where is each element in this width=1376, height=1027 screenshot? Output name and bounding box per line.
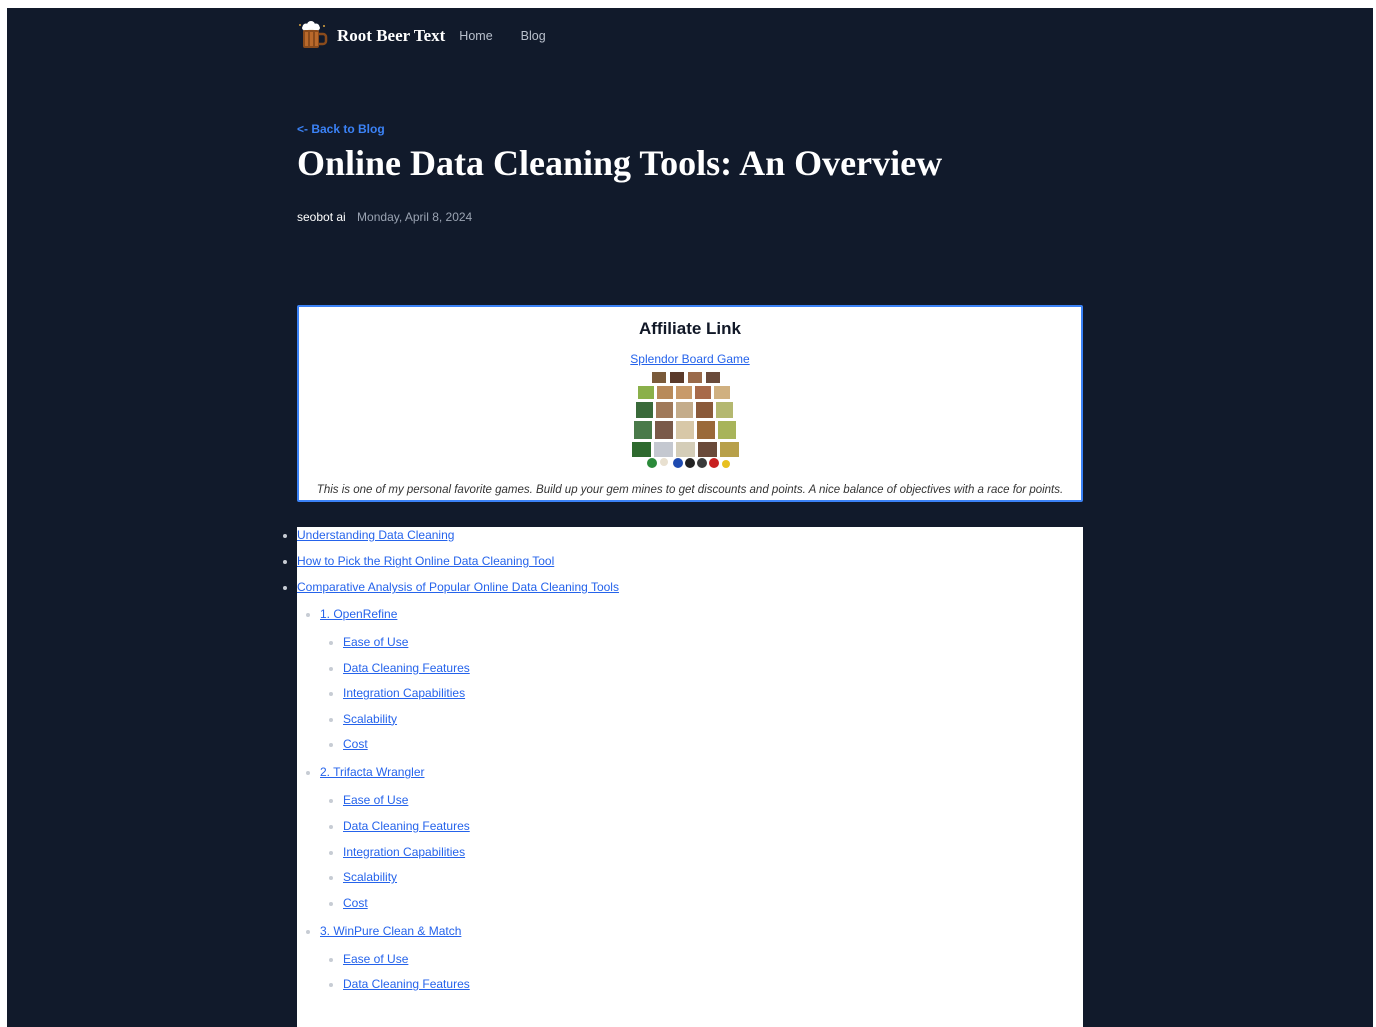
toc-link-how-to-pick[interactable]: How to Pick the Right Online Data Cleani…: [297, 554, 554, 568]
page: Root Beer Text Home Blog <- Back to Blog…: [7, 8, 1373, 1027]
toc-item: Comparative Analysis of Popular Online D…: [283, 579, 1083, 992]
root-beer-mug-icon[interactable]: [297, 20, 329, 52]
toc-sublist: 1. OpenRefine Ease of Use Data Cleaning …: [297, 606, 1083, 992]
toc-link-data-cleaning-features[interactable]: Data Cleaning Features: [343, 977, 470, 991]
toc-link-scalability[interactable]: Scalability: [343, 870, 397, 884]
affiliate-heading: Affiliate Link: [638, 319, 741, 338]
toc-link-understanding[interactable]: Understanding Data Cleaning: [297, 528, 454, 542]
toc-item: Cost: [329, 736, 1083, 752]
site-header: Root Beer Text Home Blog: [297, 20, 574, 52]
toc-item: Integration Capabilities: [329, 685, 1083, 701]
affiliate-description: This is one of my personal favorite game…: [316, 484, 1064, 496]
affiliate-box: Affiliate Link Splendor Board Game This …: [297, 305, 1083, 502]
toc-link-comparative-analysis[interactable]: Comparative Analysis of Popular Online D…: [297, 580, 619, 594]
toc-item: 1. OpenRefine Ease of Use Data Cleaning …: [306, 606, 1083, 752]
toc-link-ease-of-use[interactable]: Ease of Use: [343, 952, 408, 966]
toc-item: Scalability: [329, 711, 1083, 727]
post-date: Monday, April 8, 2024: [357, 210, 473, 224]
toc-item: Integration Capabilities: [329, 844, 1083, 860]
nav-blog-link[interactable]: Blog: [521, 29, 546, 43]
toc-link-cost[interactable]: Cost: [343, 737, 368, 751]
toc-link-data-cleaning-features[interactable]: Data Cleaning Features: [343, 661, 470, 675]
toc-sublist: Ease of Use Data Cleaning Features Integ…: [320, 634, 1083, 752]
toc-item: Data Cleaning Features: [329, 660, 1083, 676]
toc-link-data-cleaning-features[interactable]: Data Cleaning Features: [343, 819, 470, 833]
post-meta: seobot ai Monday, April 8, 2024: [297, 210, 472, 224]
toc-item: Data Cleaning Features: [329, 976, 1083, 992]
affiliate-product-link[interactable]: Splendor Board Game: [630, 352, 749, 366]
toc-item: 3. WinPure Clean & Match Ease of Use Dat…: [306, 923, 1083, 993]
toc-link-integration-capabilities[interactable]: Integration Capabilities: [343, 686, 465, 700]
site-name-link[interactable]: Root Beer Text: [337, 26, 445, 46]
toc-item: Ease of Use: [329, 634, 1083, 650]
post-author: seobot ai: [297, 210, 346, 224]
toc-item: Ease of Use: [329, 951, 1083, 967]
toc-link-trifacta-wrangler[interactable]: 2. Trifacta Wrangler: [320, 765, 424, 779]
nav-home-link[interactable]: Home: [459, 29, 492, 43]
toc-link-scalability[interactable]: Scalability: [343, 712, 397, 726]
toc-item: Scalability: [329, 869, 1083, 885]
toc-sublist: Ease of Use Data Cleaning Features Integ…: [320, 792, 1083, 910]
toc-item: Ease of Use: [329, 792, 1083, 808]
post-title: Online Data Cleaning Tools: An Overview: [297, 143, 943, 183]
toc-link-ease-of-use[interactable]: Ease of Use: [343, 635, 408, 649]
toc-item: Understanding Data Cleaning: [283, 527, 1083, 543]
toc-item: Data Cleaning Features: [329, 818, 1083, 834]
board-game-image[interactable]: [630, 370, 750, 470]
back-to-blog-link[interactable]: <- Back to Blog: [297, 122, 385, 136]
toc-item: 2. Trifacta Wrangler Ease of Use Data Cl…: [306, 764, 1083, 910]
table-of-contents: Understanding Data Cleaning How to Pick …: [283, 527, 1083, 1027]
toc-sublist: Ease of Use Data Cleaning Features: [320, 951, 1083, 993]
toc-link-cost[interactable]: Cost: [343, 896, 368, 910]
toc-link-ease-of-use[interactable]: Ease of Use: [343, 793, 408, 807]
toc-list: Understanding Data Cleaning How to Pick …: [283, 527, 1083, 992]
toc-item: Cost: [329, 895, 1083, 911]
toc-item: How to Pick the Right Online Data Cleani…: [283, 553, 1083, 569]
toc-link-openrefine[interactable]: 1. OpenRefine: [320, 607, 397, 621]
toc-link-integration-capabilities[interactable]: Integration Capabilities: [343, 845, 465, 859]
toc-link-winpure[interactable]: 3. WinPure Clean & Match: [320, 924, 461, 938]
